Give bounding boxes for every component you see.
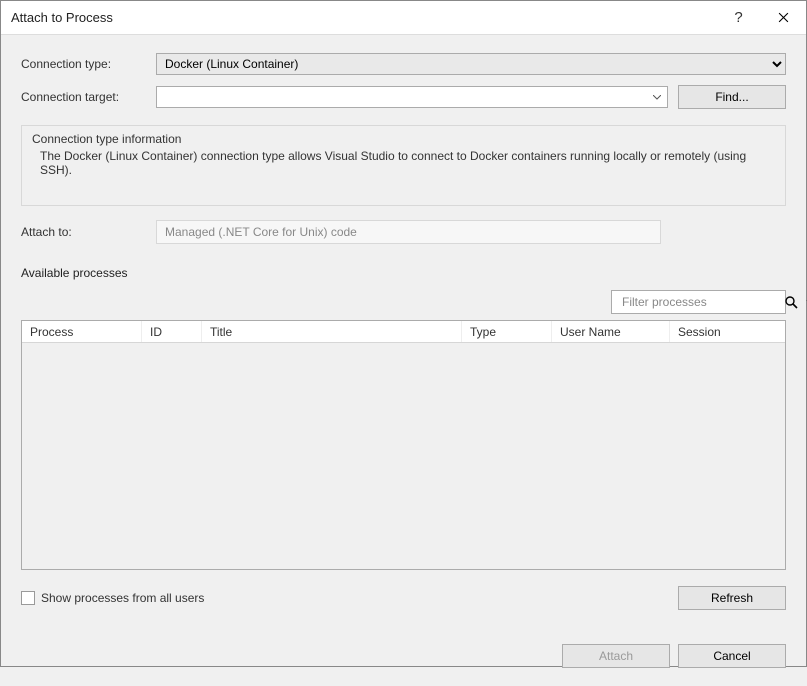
filter-processes-input[interactable] [620,294,779,310]
available-processes-label: Available processes [21,266,786,280]
refresh-button[interactable]: Refresh [678,586,786,610]
window-title: Attach to Process [11,10,113,25]
titlebar: Attach to Process ? [1,1,806,35]
cancel-button[interactable]: Cancel [678,644,786,668]
connection-type-label: Connection type: [21,57,156,71]
grid-body [22,343,785,569]
connection-type-info: Connection type information The Docker (… [21,125,786,206]
help-button[interactable]: ? [716,1,761,35]
process-grid[interactable]: Process ID Title Type User Name Session [21,320,786,570]
connection-target-input[interactable] [157,87,667,107]
column-header-title[interactable]: Title [202,321,462,342]
attach-to-label: Attach to: [21,225,156,239]
find-button[interactable]: Find... [678,85,786,109]
column-header-process[interactable]: Process [22,321,142,342]
show-all-users-checkbox[interactable]: Show processes from all users [21,591,204,605]
show-all-users-label: Show processes from all users [41,591,204,605]
close-button[interactable] [761,1,806,35]
column-header-type[interactable]: Type [462,321,552,342]
attach-to-field: Managed (.NET Core for Unix) code [156,220,661,244]
connection-target-label: Connection target: [21,90,156,104]
connection-target-combo[interactable] [156,86,668,108]
connection-type-select[interactable]: Docker (Linux Container) [156,53,786,75]
attach-to-value: Managed (.NET Core for Unix) code [165,225,357,239]
chevron-down-icon [653,95,661,100]
column-header-user-name[interactable]: User Name [552,321,670,342]
filter-processes-box[interactable] [611,290,786,314]
info-header: Connection type information [32,132,775,146]
dialog-footer: Attach Cancel [1,614,806,686]
close-icon [778,12,789,23]
column-header-id[interactable]: ID [142,321,202,342]
column-header-session[interactable]: Session [670,321,785,342]
search-icon [785,296,798,309]
checkbox-box [21,591,35,605]
info-body: The Docker (Linux Container) connection … [32,149,775,177]
connection-target-dropdown-button[interactable] [647,87,667,107]
attach-button[interactable]: Attach [562,644,670,668]
grid-header: Process ID Title Type User Name Session [22,321,785,343]
